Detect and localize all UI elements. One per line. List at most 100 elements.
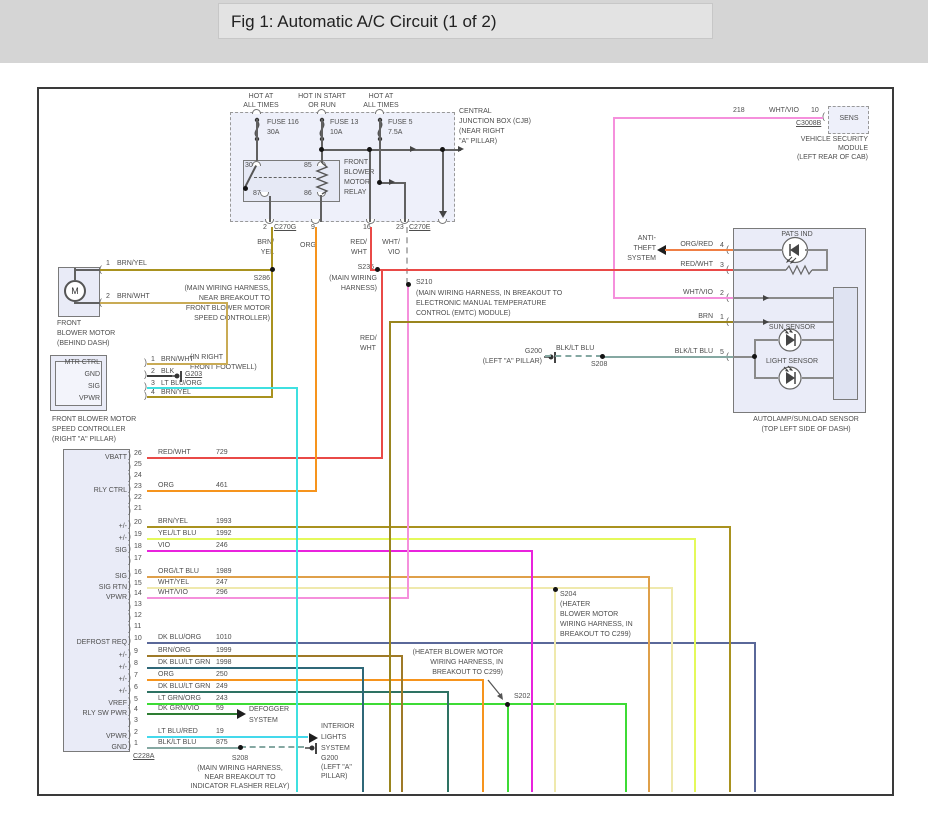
blkltblu-dash-tag: BLK/LT BLU xyxy=(556,345,595,352)
sensor-wire-whtvio: WHT/VIO xyxy=(683,289,713,296)
ctrl-name-3: (RIGHT "A" PILLAR) xyxy=(52,436,116,443)
g200-main-ground-icon xyxy=(305,743,317,754)
wire-brnyel-ctrl xyxy=(147,396,272,398)
relay-pin85: 85 xyxy=(304,162,312,169)
connector-pin-bracket: ) xyxy=(128,483,131,493)
sensor-pin2-lead xyxy=(733,297,833,299)
vsm-name-1: VEHICLE SECURITY xyxy=(800,136,868,143)
connector-signal-label: VPWR xyxy=(106,733,127,740)
connector-id[interactable]: C228A xyxy=(133,753,154,761)
feed2-connector-arc xyxy=(317,109,326,114)
connector-signal-label: SIG RTN xyxy=(98,584,127,591)
relay-mech-link xyxy=(254,177,316,178)
fuse1-amps: 30A xyxy=(267,129,280,136)
wire-blkltblu-dashed-main xyxy=(240,746,304,748)
connector-wire-line xyxy=(147,550,532,552)
feed1-label: HOT AT xyxy=(248,93,274,100)
s236-note-1: (MAIN WIRING xyxy=(329,275,377,282)
light-right-stub xyxy=(802,377,833,379)
motor-pin1-num: 1 xyxy=(106,260,110,267)
wire-whtvio-vsm-drop xyxy=(613,117,615,299)
cjb-bus-arrow xyxy=(410,146,416,152)
ctrl-name-2: SPEED CONTROLLER xyxy=(52,426,126,433)
defogger-2: SYSTEM xyxy=(249,717,278,724)
connector-pin-number: 4 xyxy=(134,706,138,713)
wire-dkblultgrn1998-down xyxy=(362,667,364,792)
connector-wire-name: ORG xyxy=(158,482,174,489)
wire-whtvio-dashed-drop xyxy=(406,227,408,284)
light-sensor-icon xyxy=(778,365,802,390)
connector-wire-name: DK BLU/LT GRN xyxy=(158,683,211,690)
motor-lead-top xyxy=(74,269,100,271)
wire-blkltblu-dashed xyxy=(545,355,602,357)
motor-lead-bottom xyxy=(74,302,100,304)
connector-pin-number: 20 xyxy=(134,519,142,526)
g200-sensor-ground-icon xyxy=(544,352,556,363)
connector-wire-line xyxy=(147,679,483,681)
sensor-wire-brn: BRN xyxy=(698,313,713,320)
cjb-name-2: JUNCTION BOX (CJB) xyxy=(459,118,531,125)
connector-circuit-number: 246 xyxy=(216,542,228,549)
redwht-vert-tag1: RED/ xyxy=(360,335,377,342)
connector-signal-label: RLY SW PWR xyxy=(82,710,127,717)
connector-signal-label: +/- xyxy=(118,664,127,671)
s202-pointer-arrow xyxy=(487,679,503,700)
wire-whtyel-down xyxy=(671,587,673,792)
wire-brnyel-motor xyxy=(100,269,272,271)
connector-wire-line xyxy=(147,526,730,528)
sensor-pin1-lead xyxy=(733,321,833,323)
connector-signal-label: +/- xyxy=(118,523,127,530)
s208-main-id: S208 xyxy=(231,755,249,762)
interior-lights-arrow xyxy=(309,733,318,743)
wire-brnwht-ctrl xyxy=(147,363,227,365)
pats-loop-vert xyxy=(826,249,828,271)
connector-wire-line xyxy=(147,457,382,459)
g203-id[interactable]: G203 xyxy=(185,371,202,379)
connector-pin-number: 3 xyxy=(134,717,138,724)
connector-signal-label: DEFROST REQ xyxy=(76,639,127,646)
vsm-conn[interactable]: C3008B xyxy=(796,120,821,128)
connector-circuit-number: 1010 xyxy=(216,634,232,641)
s210-note-2: ELECTRONIC MANUAL TEMPERATURE xyxy=(416,300,547,307)
connector-circuit-number: 249 xyxy=(216,683,228,690)
sun-sensor-icon xyxy=(778,327,802,352)
cjb-relay87-drop xyxy=(269,196,271,222)
connector-pin-number: 21 xyxy=(134,505,142,512)
cjb-pin2-conn[interactable]: C270G xyxy=(274,224,296,232)
motor-pin1-wire: BRN/YEL xyxy=(117,260,147,267)
interior-1: INTERIOR xyxy=(321,723,355,730)
connector-pin-bracket: ) xyxy=(128,648,131,658)
wire-ltgrnorg-down xyxy=(625,703,627,792)
figure-title: Fig 1: Automatic A/C Circuit (1 of 2) xyxy=(231,12,497,31)
connector-circuit-number: 729 xyxy=(216,449,228,456)
sensor-inner-block xyxy=(833,287,858,400)
anti-theft-1: ANTI- xyxy=(637,235,656,242)
sensor-caption-2: (TOP LEFT SIDE OF DASH) xyxy=(761,426,851,433)
connector-wire-line xyxy=(147,538,695,540)
relay-name-4: RELAY xyxy=(344,189,367,196)
wire-redwht-down xyxy=(381,269,383,459)
wire-whtvio-vsm xyxy=(613,117,823,119)
connector-signal-label: VREF xyxy=(108,700,127,707)
connector-pin-bracket: ) xyxy=(128,696,131,706)
connector-pin-bracket: ) xyxy=(128,494,131,504)
connector-pin-bracket: ) xyxy=(128,684,131,694)
g200-sensor-id: G200 xyxy=(524,348,542,355)
connector-signal-label: RLY CTRL xyxy=(93,487,127,494)
cjb-pin23-num: 23 xyxy=(396,224,404,231)
cjb-pin16-drop xyxy=(369,150,371,222)
fuse1-name: FUSE 116 xyxy=(267,119,299,126)
s202-note-2: WIRING HARNESS, IN xyxy=(430,659,503,666)
vsm-sens-label: SENS xyxy=(839,115,859,122)
g200-main-id: G200 xyxy=(321,755,339,762)
connector-signal-label: +/- xyxy=(118,535,127,542)
s210-note-1: (MAIN WIRING HARNESS, IN BREAKOUT TO xyxy=(416,290,563,297)
connector-circuit-number: 59 xyxy=(216,705,224,712)
anti-theft-3: SYSTEM xyxy=(627,255,656,262)
cjb-fuse5-arrow xyxy=(389,179,395,185)
connector-wire-name: BLK/LT BLU xyxy=(158,739,197,746)
cjb-pin23-conn[interactable]: C270E xyxy=(409,224,430,232)
title-band: Fig 1: Automatic A/C Circuit (1 of 2) xyxy=(0,0,928,63)
motor-name-1: FRONT xyxy=(57,320,82,327)
wire-redwht-to-sensor xyxy=(370,269,733,271)
